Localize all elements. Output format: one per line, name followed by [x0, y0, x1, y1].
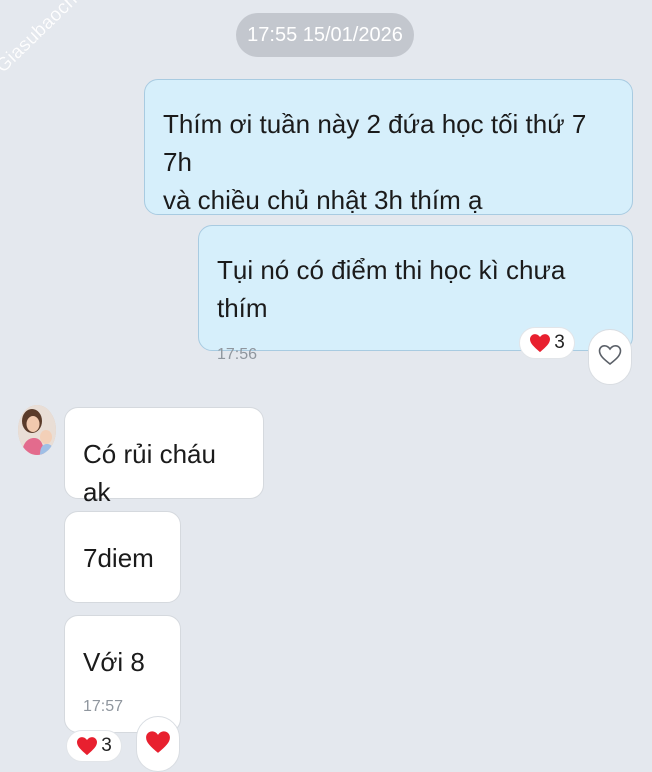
- reaction-count: 3: [101, 735, 112, 756]
- heart-outline-icon: [598, 344, 622, 371]
- watermark: Giasubaochau.net: [0, 0, 121, 78]
- react-button[interactable]: [588, 329, 632, 385]
- react-button[interactable]: [136, 716, 180, 772]
- reaction-count: 3: [554, 332, 565, 353]
- red-heart-icon: [529, 333, 551, 353]
- contact-avatar[interactable]: [18, 405, 56, 455]
- message-line: và chiều chủ nhật 3h thím ạ: [163, 185, 483, 215]
- incoming-message-bubble[interactable]: 7diem: [64, 511, 181, 603]
- red-heart-icon: [76, 736, 98, 756]
- red-heart-icon: [145, 730, 171, 759]
- message-timestamp: 17:57: [83, 698, 124, 715]
- reaction-count-badge[interactable]: 3: [66, 730, 122, 762]
- date-separator-text: 17:55 15/01/2026: [247, 23, 403, 46]
- reaction-count-badge[interactable]: 3: [519, 327, 575, 359]
- message-text: Có rủi cháu ak: [83, 439, 216, 507]
- date-separator-pill: 17:55 15/01/2026: [236, 13, 414, 57]
- outgoing-message-bubble[interactable]: Thím ơi tuần này 2 đứa học tối thứ 7 7h …: [144, 79, 633, 215]
- message-line: Thím ơi tuần này 2 đứa học tối thứ 7 7h: [163, 109, 587, 177]
- message-text: Với 8: [83, 647, 145, 677]
- message-text: Tụi nó có điểm thi học kì chưa thím: [217, 255, 566, 323]
- incoming-message-bubble[interactable]: Có rủi cháu ak: [64, 407, 264, 507]
- message-text: 7diem: [83, 543, 154, 573]
- incoming-message-bubble[interactable]: Với 8 17:57: [64, 615, 181, 733]
